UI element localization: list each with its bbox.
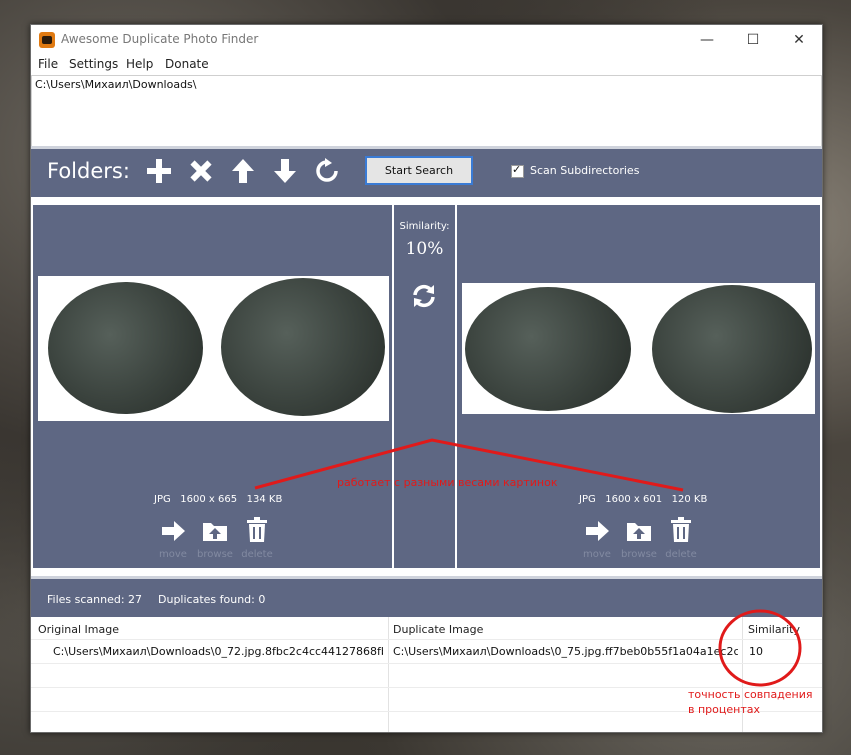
weights-annotation: работает с разными весами картинок xyxy=(337,476,558,489)
annotation-overlay xyxy=(254,438,802,687)
accuracy-annotation-line2: в процентах xyxy=(688,703,760,716)
accuracy-annotation-line1: точность совпадения xyxy=(688,688,813,701)
annotation-circle xyxy=(718,609,802,687)
